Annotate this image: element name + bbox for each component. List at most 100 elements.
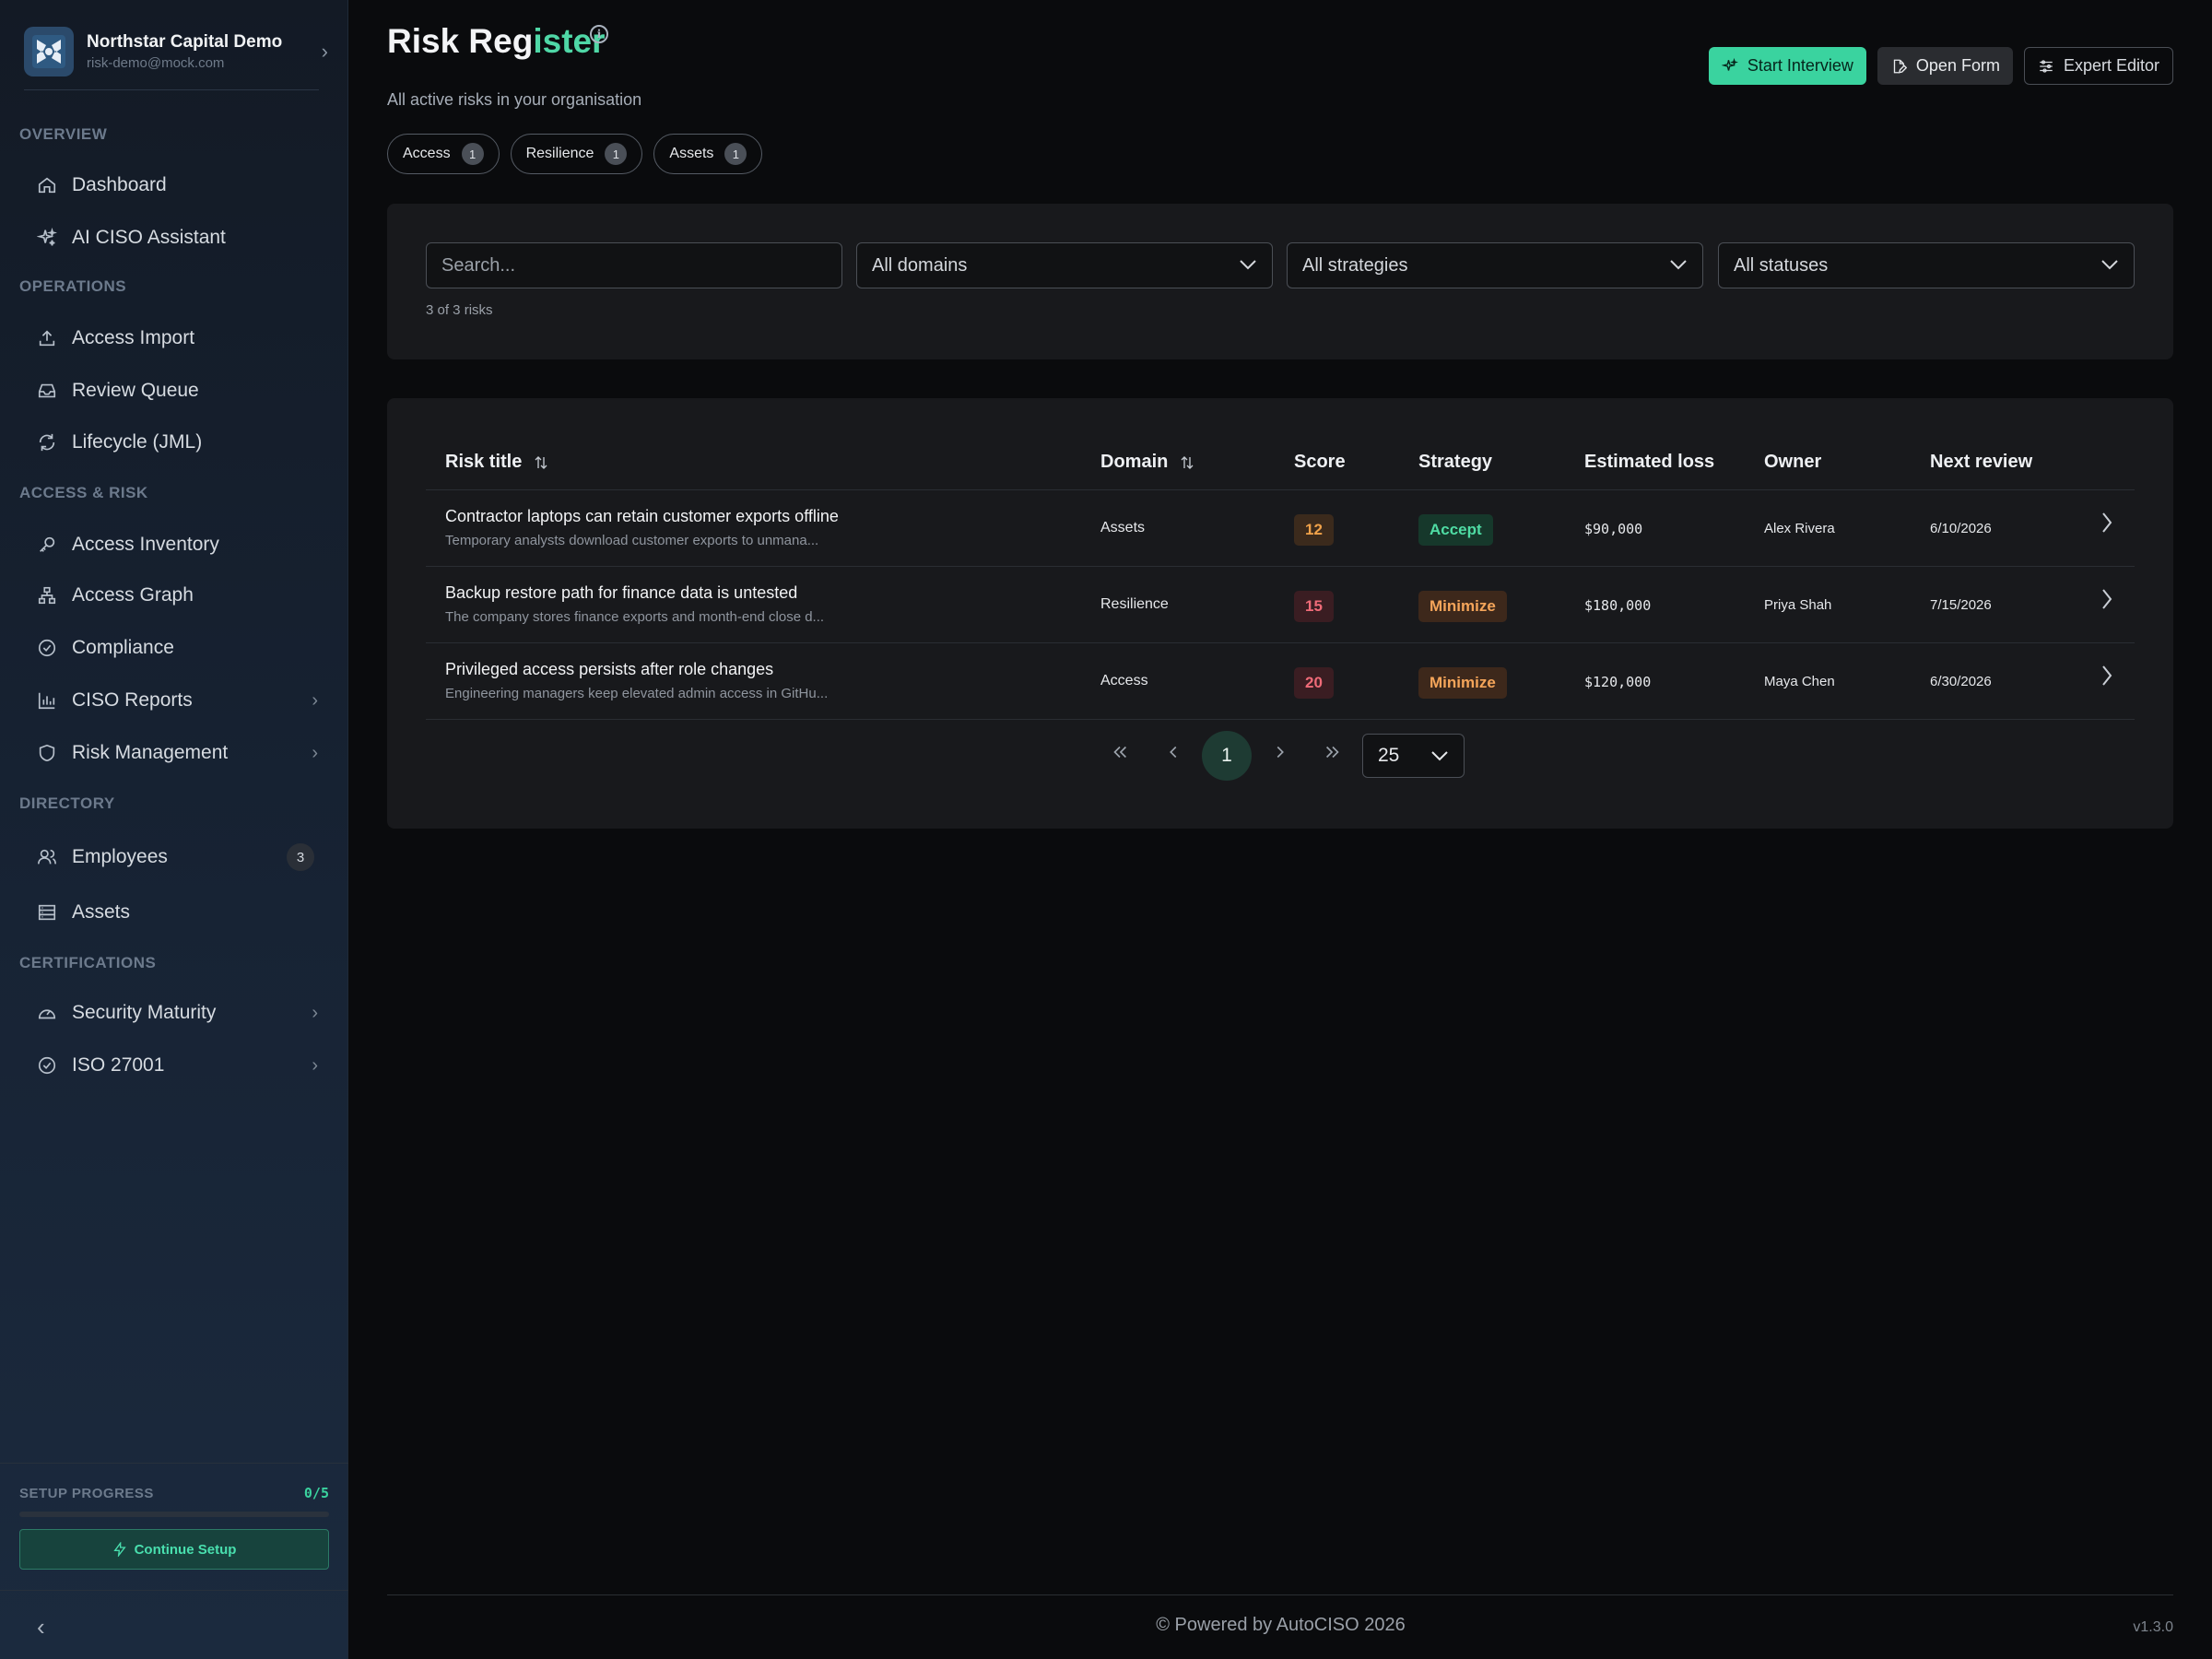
sort-icon: [535, 455, 547, 469]
sidebar-item-label: Compliance: [72, 637, 174, 658]
divider: [426, 719, 2135, 720]
main-content: Risk Register i All active risks in your…: [349, 0, 2212, 1659]
chip-assets[interactable]: Assets 1: [653, 134, 763, 174]
risk-description: Engineering managers keep elevated admin…: [445, 686, 829, 701]
sidebar-item-access-graph[interactable]: Access Graph: [37, 575, 318, 616]
risk-owner: Maya Chen: [1764, 674, 1835, 689]
sidebar-item-access-import[interactable]: Access Import: [37, 318, 318, 359]
sidebar-item-label: Access Import: [72, 327, 195, 348]
section-label-operations: OPERATIONS: [19, 277, 127, 295]
column-header-strategy: Strategy: [1418, 452, 1493, 472]
chevron-down-icon: [1669, 255, 1688, 276]
column-header-owner: Owner: [1764, 452, 1822, 472]
sidebar-item-label: Employees: [72, 846, 168, 867]
sidebar-item-review-queue[interactable]: Review Queue: [37, 371, 318, 411]
page-size-select[interactable]: 25: [1362, 734, 1465, 778]
key-icon: [40, 536, 55, 552]
page-number-current[interactable]: 1: [1202, 731, 1252, 781]
lightning-icon: [112, 1542, 126, 1557]
search-input[interactable]: Search...: [426, 242, 842, 288]
next-review: 6/30/2026: [1930, 674, 1992, 689]
risk-domain: Resilience: [1100, 596, 1169, 612]
start-interview-label: Start Interview: [1747, 56, 1853, 75]
sidebar-item-label: ISO 27001: [72, 1054, 165, 1076]
column-header-review: Next review: [1930, 452, 2033, 472]
org-logo: [24, 27, 74, 76]
score-badge: 20: [1294, 667, 1334, 699]
chip-label: Resilience: [525, 146, 594, 161]
chip-access[interactable]: Access 1: [387, 134, 500, 174]
table-row[interactable]: Privileged access persists after role ch…: [426, 643, 2135, 719]
network-icon: [38, 586, 56, 605]
setup-label: SETUP PROGRESS: [19, 1486, 154, 1501]
sidebar-item-compliance[interactable]: Compliance: [37, 628, 318, 668]
sidebar-item-dashboard[interactable]: Dashboard: [37, 165, 318, 206]
first-page-icon[interactable]: [1110, 742, 1130, 768]
app-version: v1.3.0: [2133, 1619, 2173, 1635]
risk-owner: Alex Rivera: [1764, 521, 1835, 536]
chip-resilience[interactable]: Resilience 1: [510, 134, 643, 174]
refresh-icon: [39, 433, 55, 452]
info-icon[interactable]: i: [590, 25, 608, 43]
prev-page-icon[interactable]: [1163, 742, 1183, 768]
sidebar-item-security-maturity[interactable]: Security Maturity ›: [37, 993, 318, 1033]
chip-label: Access: [403, 146, 451, 161]
sparkles-icon: [1721, 57, 1738, 71]
next-review: 6/10/2026: [1930, 521, 1992, 536]
risk-description: Temporary analysts download customer exp…: [445, 533, 819, 548]
divider: [24, 89, 319, 90]
sidebar-item-assets[interactable]: Assets: [37, 892, 318, 933]
table-row[interactable]: Backup restore path for finance data is …: [426, 567, 2135, 642]
next-page-icon[interactable]: [1270, 742, 1290, 768]
sidebar-item-iso[interactable]: ISO 27001 ›: [37, 1045, 318, 1086]
continue-setup-label: Continue Setup: [134, 1541, 237, 1558]
section-label-certifications: CERTIFICATIONS: [19, 954, 157, 971]
open-form-button[interactable]: Open Form: [1877, 47, 2013, 85]
sidebar-item-employees[interactable]: Employees 3: [37, 837, 318, 877]
sidebar-item-label: Review Queue: [72, 380, 199, 401]
sidebar-item-risk-management[interactable]: Risk Management ›: [37, 733, 318, 773]
home-icon: [38, 177, 56, 194]
sidebar-item-ai-ciso[interactable]: AI CISO Assistant: [37, 218, 318, 258]
strategy-select[interactable]: All strategies: [1287, 242, 1703, 288]
table-row[interactable]: Contractor laptops can retain customer e…: [426, 490, 2135, 566]
collapse-sidebar-icon[interactable]: ‹: [37, 1613, 45, 1641]
sidebar-item-lifecycle[interactable]: Lifecycle (JML): [37, 422, 318, 463]
server-icon: [38, 904, 56, 921]
risk-title: Backup restore path for finance data is …: [445, 583, 798, 602]
column-header-title[interactable]: Risk title: [445, 452, 549, 473]
strategy-badge: Minimize: [1418, 591, 1507, 622]
sidebar-item-label: Security Maturity: [72, 1002, 217, 1023]
domain-select[interactable]: All domains: [856, 242, 1273, 288]
sidebar: Northstar Capital Demo risk-demo@mock.co…: [0, 0, 348, 1659]
chevron-right-icon: ›: [321, 40, 328, 63]
chevron-down-icon: [1431, 751, 1448, 761]
chip-label: Assets: [669, 146, 714, 161]
continue-setup-button[interactable]: Continue Setup: [19, 1529, 329, 1570]
chevron-right-icon[interactable]: [2100, 664, 2114, 692]
chip-count: 1: [605, 143, 628, 165]
risk-title: Contractor laptops can retain customer e…: [445, 507, 839, 525]
last-page-icon[interactable]: [1323, 742, 1343, 768]
risk-description: The company stores finance exports and m…: [445, 609, 825, 625]
status-select[interactable]: All statuses: [1718, 242, 2135, 288]
column-header-domain[interactable]: Domain: [1100, 452, 1195, 473]
sidebar-item-ciso-reports[interactable]: CISO Reports ›: [37, 680, 318, 721]
column-header-label: Domain: [1100, 452, 1169, 472]
expert-editor-button[interactable]: Expert Editor: [2023, 47, 2173, 85]
org-email: risk-demo@mock.com: [87, 55, 225, 71]
chevron-right-icon: ›: [312, 1002, 318, 1023]
chevron-right-icon[interactable]: [2100, 587, 2114, 616]
strategy-select-value: All strategies: [1302, 254, 1408, 276]
sparkles-icon: [37, 228, 57, 246]
domain-select-value: All domains: [872, 254, 968, 276]
column-header-score: Score: [1294, 452, 1346, 472]
chevron-right-icon[interactable]: [2100, 511, 2114, 539]
pagination: 1 25: [387, 731, 2173, 782]
org-switcher[interactable]: Northstar Capital Demo risk-demo@mock.co…: [24, 18, 328, 85]
file-edit-icon: [1893, 59, 1907, 74]
risk-domain: Access: [1100, 673, 1148, 688]
start-interview-button[interactable]: Start Interview: [1708, 47, 1866, 85]
sidebar-item-access-inventory[interactable]: Access Inventory: [37, 524, 318, 565]
risk-domain: Assets: [1100, 520, 1146, 535]
